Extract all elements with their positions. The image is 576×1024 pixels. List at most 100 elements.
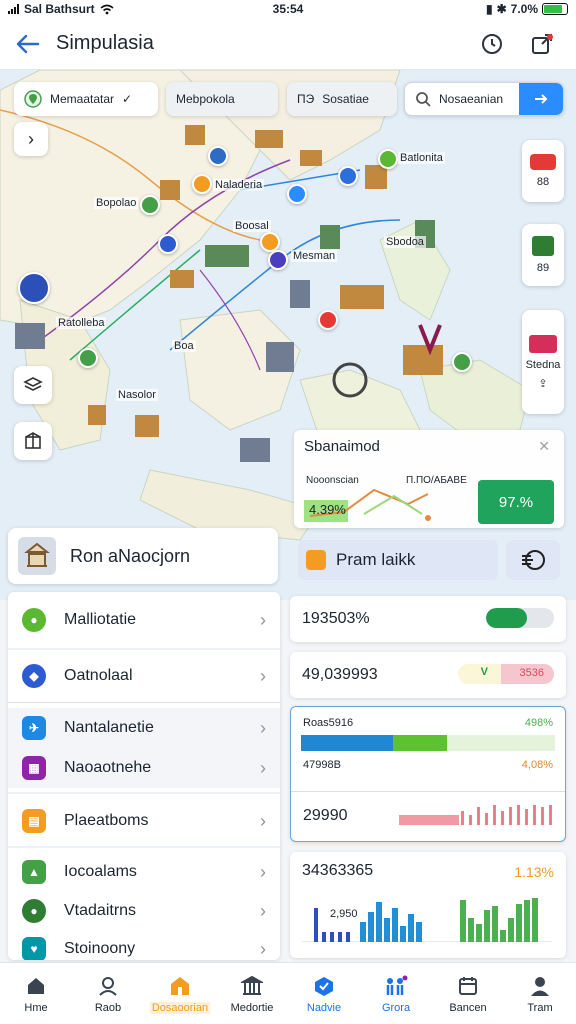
list-item[interactable]: ▦ Naoaotnehe › xyxy=(8,748,280,788)
map-pin-large[interactable] xyxy=(18,272,50,304)
layers-button[interactable] xyxy=(14,366,52,404)
map-pin[interactable] xyxy=(318,310,338,330)
back-button[interactable] xyxy=(0,18,56,70)
insight-left-value: 4.39% xyxy=(309,502,346,517)
map-pin[interactable] xyxy=(158,234,178,254)
search-go-button[interactable] xyxy=(519,83,563,115)
package-button[interactable] xyxy=(14,422,52,460)
stat-check: V xyxy=(480,666,488,678)
nav-item-museum[interactable]: Medortie xyxy=(216,963,288,1024)
list-item[interactable]: ◆ Oatnolaal › xyxy=(8,650,280,702)
list-item[interactable]: ● Vtadaitrns › xyxy=(8,892,280,930)
list-item[interactable]: ♥ Stoinoony › xyxy=(8,930,280,960)
leaf-icon: ● xyxy=(22,899,46,923)
primary-action-button[interactable]: Pram laikk xyxy=(298,540,498,580)
nav-label: Medortie xyxy=(230,1001,274,1014)
list-item-label: Nantalanetie xyxy=(64,719,154,736)
map-pin[interactable] xyxy=(78,348,98,368)
stat-card-4[interactable]: 34363365 1.13% 2,950 xyxy=(290,852,566,958)
nav-label: Tram xyxy=(527,1001,553,1014)
tag-icon xyxy=(306,550,326,570)
expand-panel-button[interactable]: › xyxy=(14,122,48,156)
map-pin[interactable] xyxy=(268,250,288,270)
stat-bars-mixed xyxy=(302,898,552,942)
category-list: ● Malliotatie › ◆ Oatnolaal › ✈ Nantalan… xyxy=(8,592,280,960)
map-pin[interactable] xyxy=(140,195,160,215)
home-icon xyxy=(24,974,48,998)
map-pin[interactable] xyxy=(208,146,228,166)
nav-item-profile[interactable]: Raob xyxy=(72,963,144,1024)
chevron-right-icon: › xyxy=(260,717,266,738)
nav-item-user[interactable]: Tram xyxy=(504,963,576,1024)
close-icon[interactable]: ✕ xyxy=(538,438,550,455)
list-item[interactable]: ● Malliotatie › xyxy=(8,592,280,648)
map-card-right-1[interactable]: 88 xyxy=(522,140,564,202)
map-label: Sbodoa xyxy=(384,236,426,248)
nav-item-calendar[interactable]: Bancen xyxy=(432,963,504,1024)
status-left: Sal Bathsurt xyxy=(8,2,114,16)
temple-icon xyxy=(18,537,56,575)
map-card-right-2[interactable]: 89 xyxy=(522,224,564,286)
nav-item-groups[interactable]: Grora xyxy=(360,963,432,1024)
grid-icon: ▦ xyxy=(22,756,46,780)
list-item[interactable]: ▲ Iocoalams › xyxy=(8,852,280,892)
insight-title: Sbanaimod xyxy=(304,438,380,455)
stat-card-1[interactable]: 193503% xyxy=(290,596,566,642)
map-card-right-3[interactable]: Stedna ⇪ xyxy=(522,310,564,414)
stat-card-3[interactable]: Roas5916 498% 47998B 4,08% 29990 xyxy=(290,706,566,842)
insight-percent-badge: 97.% xyxy=(478,480,554,524)
stat-card-2[interactable]: 49,039993 V 3536 xyxy=(290,652,566,698)
arrow-left-icon xyxy=(16,34,40,53)
map-pin[interactable] xyxy=(260,232,280,252)
insight-card[interactable]: Sbanaimod ✕ Nooonscian П.ПО/АБАВЕ 4.39% … xyxy=(294,430,564,528)
share-button[interactable] xyxy=(526,28,558,60)
stat-badge: 3536 xyxy=(519,667,544,679)
stat-toggle-fill xyxy=(486,608,527,628)
chevron-right-icon: › xyxy=(260,665,266,686)
stat-toggle-bar xyxy=(486,608,554,628)
chevron-right-icon: › xyxy=(260,810,266,831)
layers-icon xyxy=(23,377,43,391)
people-icon xyxy=(384,974,408,998)
app-bar: Simpulasia xyxy=(0,18,576,70)
building-icon xyxy=(168,974,192,998)
stat-value: 29990 xyxy=(303,807,348,824)
map-pin[interactable] xyxy=(192,174,212,194)
voice-button[interactable] xyxy=(506,540,560,580)
stat-percent: 1.13% xyxy=(514,864,554,880)
calendar-icon: ▤ xyxy=(22,809,46,833)
pagoda-icon xyxy=(532,236,554,256)
heart-icon: ♥ xyxy=(22,937,46,960)
filter-chip-1[interactable]: Memaatatar ✓ xyxy=(14,82,158,116)
chevron-right-icon: › xyxy=(260,900,266,921)
map-pin[interactable] xyxy=(338,166,358,186)
filter-chip-3[interactable]: ПЭ Sosatiae xyxy=(287,82,397,116)
filter-chip-2[interactable]: Mebpokola xyxy=(166,82,278,116)
clock-icon xyxy=(482,33,502,54)
map-label: Batlonita xyxy=(398,152,445,164)
clock-button[interactable] xyxy=(476,28,508,60)
share-icon: ⇪ xyxy=(538,377,548,390)
filter-chip-prefix: ПЭ xyxy=(297,92,315,106)
search-input[interactable]: Nosaeanian xyxy=(439,92,503,106)
navigate-icon xyxy=(535,94,548,104)
map-label: Mesman xyxy=(291,250,338,262)
nav-item-explore[interactable]: Nadvie xyxy=(288,963,360,1024)
map-pin[interactable] xyxy=(378,149,398,169)
map-search[interactable]: Nosaeanian xyxy=(404,82,564,116)
chevron-right-icon: › xyxy=(260,861,266,882)
list-item[interactable]: ▤ Plaeatboms › xyxy=(8,798,280,844)
list-item[interactable]: ✈ Nantalanetie › xyxy=(8,708,280,748)
stat-progress-blue xyxy=(301,735,393,751)
divider xyxy=(8,702,280,703)
location-bar[interactable]: Ron aNaocjorn xyxy=(8,528,278,584)
stat-label: Roas5916 xyxy=(303,717,354,729)
stat-value: 193503% xyxy=(302,610,370,627)
map-pin[interactable] xyxy=(287,184,307,204)
museum-icon xyxy=(240,974,264,998)
nav-item-destinations[interactable]: Dosaoorian xyxy=(144,963,216,1024)
nav-item-home[interactable]: Hme xyxy=(0,963,72,1024)
map-pin[interactable] xyxy=(452,352,472,372)
stat-divider xyxy=(291,791,565,792)
chevron-right-icon: › xyxy=(260,938,266,959)
